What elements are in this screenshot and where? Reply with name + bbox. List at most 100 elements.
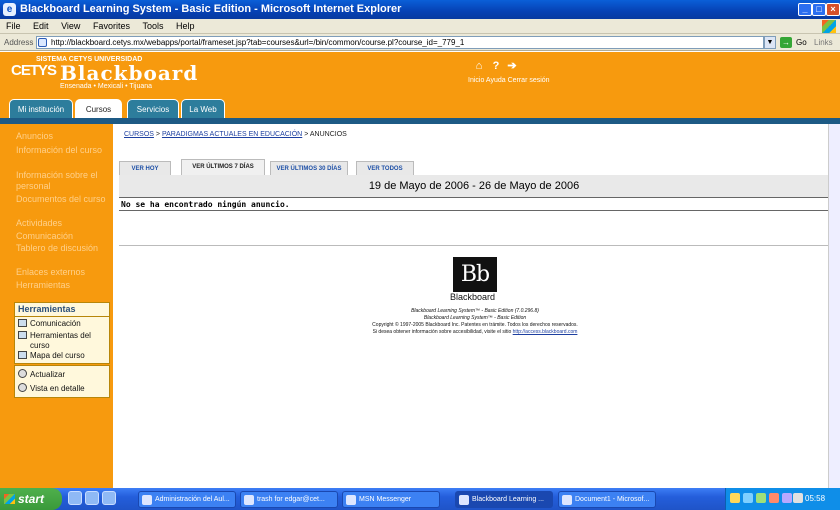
address-bar: Address http://blackboard.cetys.mx/webap… bbox=[0, 34, 840, 51]
tray-icon[interactable] bbox=[756, 493, 766, 503]
breadcrumb-separator: > bbox=[155, 131, 160, 138]
divider bbox=[119, 210, 829, 211]
go-arrow-icon[interactable]: → bbox=[780, 37, 792, 48]
tab-la-web[interactable]: La Web bbox=[181, 99, 225, 118]
action-label: Actualizar bbox=[30, 370, 66, 379]
sidebar-item-anuncios[interactable]: Anuncios bbox=[16, 131, 111, 142]
menu-edit[interactable]: Edit bbox=[33, 21, 49, 31]
footer-accessibility: Si desea obtener información sobre acces… bbox=[300, 329, 650, 336]
sidebar-item-tablero[interactable]: Tablero de discusión bbox=[16, 243, 111, 254]
footer-accessibility-text: Si desea obtener información sobre acces… bbox=[372, 329, 512, 335]
view-tab-hoy[interactable]: VER HOY bbox=[119, 161, 171, 175]
sidebar-item-herramientas[interactable]: Herramientas bbox=[16, 280, 111, 291]
task-label: Administración del Aul... bbox=[155, 496, 230, 503]
tools-icon bbox=[18, 331, 27, 339]
map-icon bbox=[18, 351, 27, 359]
refresh-button[interactable]: Actualizar bbox=[18, 369, 65, 380]
tool-label: Mapa del curso bbox=[30, 351, 85, 360]
logout-icon[interactable]: ➔ bbox=[505, 59, 519, 73]
tool-label: Comunicación bbox=[30, 319, 81, 328]
tool-label: Herramientas del curso bbox=[30, 331, 91, 350]
links-button[interactable]: Links bbox=[814, 34, 833, 51]
top-links[interactable]: Inicio Ayuda Cerrar sesión bbox=[468, 77, 550, 84]
sidebar-item-informacion-curso[interactable]: Información del curso bbox=[16, 145, 111, 156]
tray-icon[interactable] bbox=[782, 493, 792, 503]
detail-view-icon bbox=[18, 383, 27, 392]
blackboard-bb-logo: Bb bbox=[453, 257, 497, 292]
footer-copyright: Copyright © 1997-2005 Blackboard Inc. Pa… bbox=[372, 322, 578, 328]
address-dropdown[interactable]: ▼ bbox=[764, 36, 776, 49]
blackboard-wordmark: Blackboard bbox=[450, 292, 496, 302]
sidebar-item-actividades[interactable]: Actividades bbox=[16, 218, 111, 229]
task-label: MSN Messenger bbox=[359, 496, 412, 503]
view-tab-todos[interactable]: VER TODOS bbox=[356, 161, 414, 175]
view-tab-7-dias[interactable]: VER ÚLTIMOS 7 DÍAS bbox=[181, 159, 265, 175]
sidebar-item-documentos[interactable]: Documentos del curso bbox=[16, 194, 111, 205]
footer-version: Blackboard Learning System™ - Basic Edit… bbox=[411, 308, 539, 314]
word-icon bbox=[562, 495, 572, 505]
app-icon bbox=[142, 495, 152, 505]
task-blackboard[interactable]: Blackboard Learning ... bbox=[455, 491, 553, 508]
tray-icon[interactable] bbox=[793, 493, 803, 503]
window-title: Blackboard Learning System - Basic Editi… bbox=[20, 3, 402, 15]
task-label: trash for edgar@cet... bbox=[257, 496, 325, 503]
sidebar-item-comunicacion[interactable]: Comunicación bbox=[16, 231, 111, 242]
breadcrumb-course[interactable]: PARADIGMAS ACTUALES EN EDUCACIÓN bbox=[162, 131, 302, 138]
quicklaunch-icon[interactable] bbox=[85, 491, 99, 505]
task-label: Blackboard Learning ... bbox=[472, 496, 544, 503]
task-document1[interactable]: Document1 - Microsof... bbox=[558, 491, 656, 508]
tool-comunicacion[interactable]: Comunicación bbox=[18, 319, 81, 329]
task-trash[interactable]: trash for edgar@cet... bbox=[240, 491, 338, 508]
breadcrumb-cursos[interactable]: CURSOS bbox=[124, 131, 154, 138]
breadcrumb-separator: > bbox=[304, 131, 309, 138]
divider bbox=[119, 245, 829, 246]
divider bbox=[119, 197, 829, 198]
footer-edition: Blackboard Learning System™ - Basic Edit… bbox=[423, 315, 527, 321]
show-desktop-icon[interactable] bbox=[68, 491, 82, 505]
sidebar-item-personal[interactable]: Información sobre el personal bbox=[16, 170, 111, 192]
refresh-icon bbox=[18, 369, 27, 378]
app-icon bbox=[244, 495, 254, 505]
view-tab-30-dias[interactable]: VER ÚLTIMOS 30 DÍAS bbox=[270, 161, 348, 175]
action-label: Vista en detalle bbox=[30, 384, 85, 393]
breadcrumb-current: ANUNCIOS bbox=[309, 131, 347, 138]
accessibility-link[interactable]: http://access.blackboard.com bbox=[513, 329, 578, 335]
tab-servicios[interactable]: Servicios bbox=[127, 99, 179, 118]
window-titlebar: Blackboard Learning System - Basic Editi… bbox=[0, 0, 840, 19]
menu-favorites[interactable]: Favorites bbox=[93, 21, 130, 31]
tool-herramientas-curso[interactable]: Herramientas del curso bbox=[18, 331, 110, 351]
tray-icon[interactable] bbox=[769, 493, 779, 503]
task-administracion[interactable]: Administración del Aul... bbox=[138, 491, 236, 508]
tray-icon[interactable] bbox=[743, 493, 753, 503]
tools-title: Herramientas bbox=[18, 304, 76, 314]
tool-mapa-curso[interactable]: Mapa del curso bbox=[18, 351, 85, 361]
task-msn[interactable]: MSN Messenger bbox=[342, 491, 440, 508]
sidebar-item-enlaces[interactable]: Enlaces externos bbox=[16, 267, 111, 278]
tab-mi-institucion[interactable]: Mi institución bbox=[9, 99, 73, 118]
home-icon[interactable]: ⌂ bbox=[472, 59, 486, 73]
date-range: 19 de Mayo de 2006 - 26 de Mayo de 2006 bbox=[368, 180, 580, 192]
windows-logo-icon bbox=[822, 20, 836, 33]
cetys-logo: CETYS bbox=[11, 62, 57, 79]
maximize-button[interactable]: □ bbox=[812, 3, 826, 16]
address-input[interactable]: http://blackboard.cetys.mx/webapps/porta… bbox=[36, 36, 764, 49]
menu-view[interactable]: View bbox=[61, 21, 80, 31]
go-button[interactable]: Go bbox=[796, 34, 807, 51]
address-label: Address bbox=[4, 38, 34, 47]
detail-view-button[interactable]: Vista en detalle bbox=[18, 383, 85, 394]
help-icon[interactable]: ? bbox=[489, 59, 503, 73]
menu-bar: File Edit View Favorites Tools Help bbox=[0, 19, 840, 34]
ie-quicklaunch-icon[interactable] bbox=[102, 491, 116, 505]
no-announcements-message: No se ha encontrado ningún anuncio. bbox=[121, 200, 290, 209]
tab-cursos[interactable]: Cursos bbox=[75, 99, 122, 118]
menu-help[interactable]: Help bbox=[176, 21, 195, 31]
clock: 05:58 p.m. bbox=[805, 494, 826, 503]
tools-divider bbox=[14, 316, 110, 317]
minimize-button[interactable]: _ bbox=[798, 3, 812, 16]
menu-tools[interactable]: Tools bbox=[142, 21, 163, 31]
tray-icon[interactable] bbox=[730, 493, 740, 503]
close-button[interactable]: × bbox=[826, 3, 840, 16]
menu-file[interactable]: File bbox=[6, 21, 21, 31]
vertical-scrollbar[interactable] bbox=[828, 124, 840, 488]
msn-icon bbox=[346, 495, 356, 505]
